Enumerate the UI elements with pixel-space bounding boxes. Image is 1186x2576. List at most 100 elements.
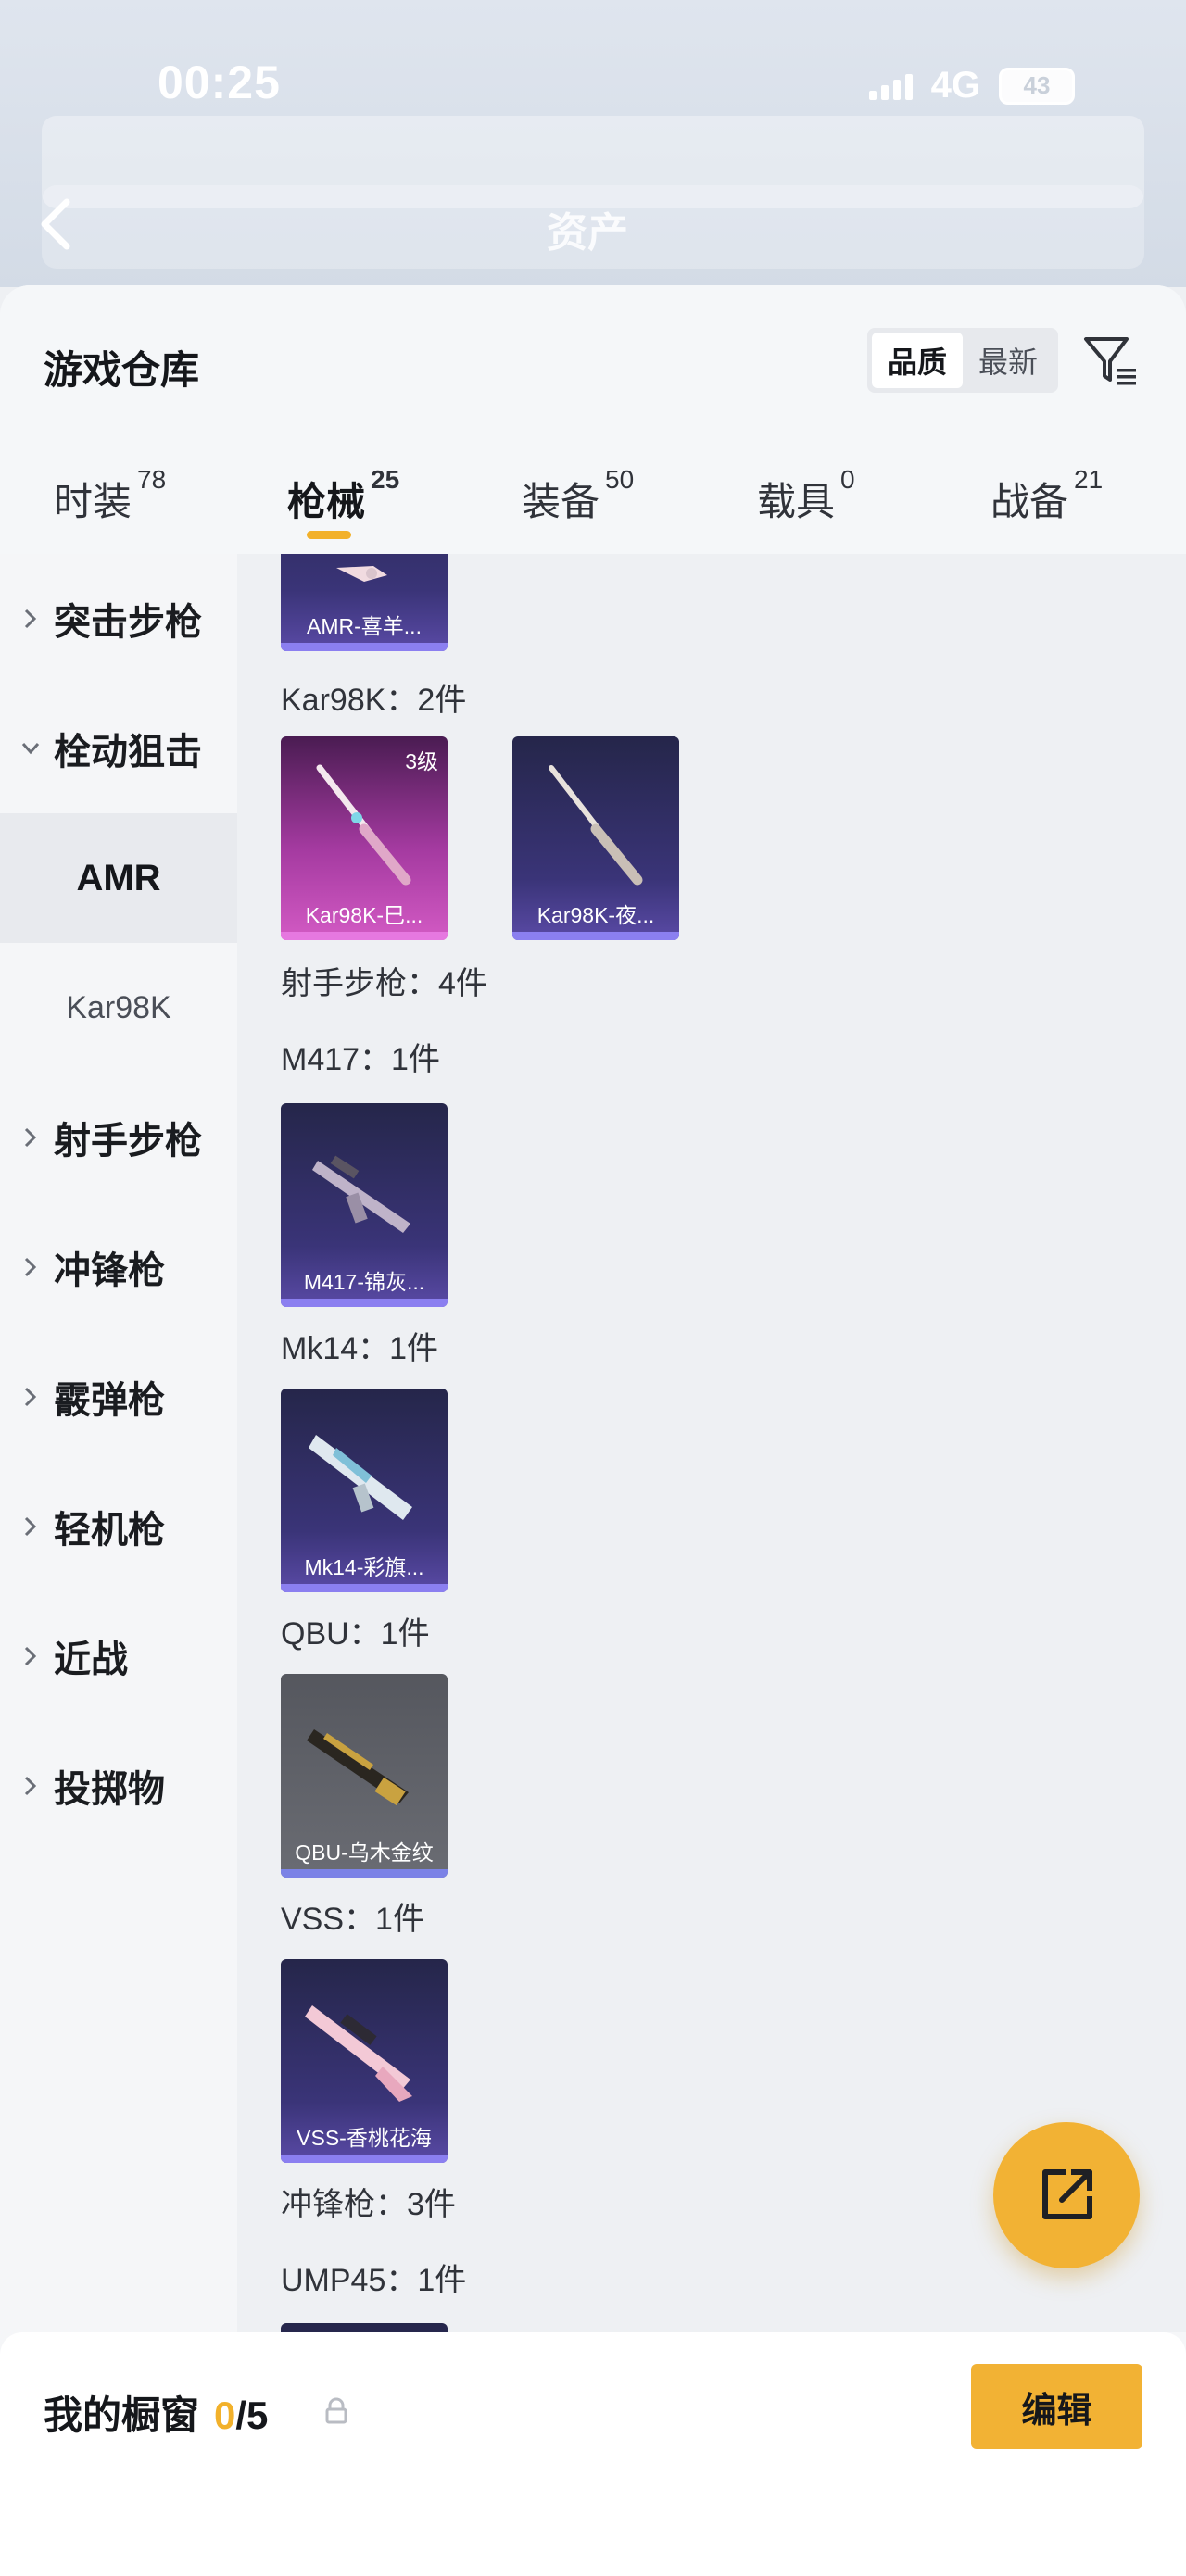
showcase-count: 0	[214, 2394, 236, 2437]
lock-icon	[325, 2397, 347, 2424]
tab-label: 时装	[54, 480, 132, 523]
group-label-smg: 冲锋枪：3件	[281, 2187, 456, 2222]
tab-count: 50	[605, 465, 635, 494]
category-label: 近战	[54, 1640, 128, 1680]
group-label-mk14: Mk14：1件	[281, 1331, 439, 1366]
item-caption: QBU-乌木金纹	[295, 1841, 434, 1865]
tab-count: 78	[137, 465, 167, 494]
item-caption: AMR-喜羊...	[307, 614, 422, 638]
chevron-right-icon	[24, 1127, 37, 1148]
warehouse-title: 游戏仓库	[44, 348, 200, 392]
category-label: 轻机枪	[54, 1510, 165, 1551]
status-indicators: 4G 43	[868, 65, 1075, 107]
category-bolt-sniper[interactable]: 栓动狙击	[0, 684, 237, 813]
chevron-right-icon	[24, 1646, 37, 1666]
filter-icon[interactable]	[1080, 332, 1140, 391]
item-card-ump45[interactable]	[281, 2323, 448, 2332]
category-smg[interactable]: 冲锋枪	[0, 1202, 237, 1332]
category-lmg[interactable]: 轻机枪	[0, 1462, 237, 1591]
item-card-kar98k-2[interactable]: Kar98K-夜...	[512, 736, 679, 940]
external-link-icon	[1042, 2169, 1092, 2219]
tab-equipment[interactable]: 装备 50	[522, 461, 634, 554]
chevron-right-icon	[24, 1516, 37, 1537]
item-card-mk14[interactable]: Mk14-彩旗...	[281, 1389, 448, 1592]
subcategory-amr[interactable]: AMR	[0, 813, 237, 943]
tab-fashion[interactable]: 时装 78	[54, 461, 166, 554]
tab-bar: 时装 78 枪械 25 装备 50 载具 0 战备 21	[0, 461, 1186, 554]
tab-count: 25	[371, 465, 400, 494]
signal-icon	[868, 72, 913, 100]
backdrop-title: 资产	[547, 210, 628, 256]
sort-toggle: 品质 最新	[867, 328, 1058, 393]
category-label: 突击步枪	[54, 602, 202, 643]
weapon-image-icon	[549, 765, 643, 886]
category-throwable[interactable]: 投掷物	[0, 1721, 237, 1851]
category-label: 霰弹枪	[54, 1380, 165, 1421]
weapon-image-icon	[316, 764, 411, 886]
item-card-vss[interactable]: VSS-香桃花海	[281, 1959, 448, 2163]
tab-label: 枪械	[287, 480, 366, 523]
item-caption: VSS-香桃花海	[296, 2126, 432, 2150]
showcase-label: 我的橱窗	[44, 2394, 200, 2437]
item-list: AMR-喜羊... Kar98K：2件 3级 Kar98K-巳... Kar98…	[237, 554, 1186, 2332]
item-card-m417[interactable]: M417-锦灰...	[281, 1103, 448, 1307]
tab-vehicles[interactable]: 载具 0	[757, 461, 855, 554]
chevron-right-icon	[24, 1387, 37, 1407]
item-card-amr[interactable]: AMR-喜羊...	[281, 554, 448, 651]
showcase-total: /5	[235, 2394, 269, 2437]
showcase-bar: 我的橱窗 0 /5 编辑	[0, 2332, 1186, 2576]
chevron-right-icon	[24, 1257, 37, 1277]
sheet-header: 游戏仓库 品质 最新 时装 78 枪械 25 装备 50 载具 0 战备 21	[0, 285, 1186, 554]
edit-button[interactable]: 编辑	[971, 2364, 1142, 2449]
sort-quality[interactable]: 品质	[872, 333, 963, 388]
item-caption: Mk14-彩旗...	[304, 1555, 424, 1579]
category-shotgun[interactable]: 霰弹枪	[0, 1332, 237, 1462]
status-time: 00:25	[158, 57, 281, 108]
showcase-title: 我的橱窗 0 /5	[44, 2384, 268, 2441]
tab-label: 载具	[757, 480, 836, 523]
group-label-kar98k: Kar98K：2件	[281, 683, 467, 718]
background-page: 00:25 4G 43 资产	[0, 0, 1186, 287]
tab-count: 21	[1074, 465, 1104, 494]
category-assault-rifle[interactable]: 突击步枪	[0, 554, 237, 684]
back-icon[interactable]	[37, 196, 74, 252]
battery-icon: 43	[999, 67, 1075, 105]
network-type: 4G	[930, 65, 980, 106]
weapon-image-icon	[305, 2005, 412, 2102]
group-label-ump45: UMP45：1件	[281, 2263, 467, 2298]
category-label: 栓动狙击	[54, 732, 202, 773]
weapon-image-icon	[307, 1729, 409, 1806]
tab-gear[interactable]: 战备 21	[990, 461, 1103, 554]
tab-label: 装备	[522, 480, 600, 523]
item-card-kar98k-1[interactable]: 3级 Kar98K-巳...	[281, 736, 448, 940]
chevron-down-icon	[21, 743, 40, 755]
category-label: 射手步枪	[54, 1121, 202, 1162]
battery-level: 43	[1023, 71, 1051, 99]
sort-newest[interactable]: 最新	[963, 333, 1054, 388]
category-nav: 突击步枪 栓动狙击 AMR Kar98K 射手步枪 冲锋枪 霰弹枪 轻机枪 近战	[0, 554, 237, 2332]
weapon-image-icon	[312, 1155, 410, 1233]
item-caption: Kar98K-巳...	[305, 903, 423, 927]
tab-guns[interactable]: 枪械 25	[287, 461, 399, 554]
category-label: 冲锋枪	[54, 1250, 165, 1291]
group-label-m417: M417：1件	[281, 1042, 440, 1077]
chevron-right-icon	[24, 609, 37, 629]
category-dmr[interactable]: 射手步枪	[0, 1073, 237, 1202]
chevron-right-icon	[24, 1776, 37, 1796]
group-label-dmr: 射手步枪：4件	[281, 966, 487, 1001]
item-caption: Kar98K-夜...	[536, 903, 655, 927]
weapon-image-icon	[336, 566, 387, 582]
level-badge: 3级	[405, 749, 438, 773]
group-label-vss: VSS：1件	[281, 1902, 424, 1937]
item-card-qbu[interactable]: QBU-乌木金纹	[281, 1674, 448, 1878]
category-melee[interactable]: 近战	[0, 1591, 237, 1721]
group-label-qbu: QBU：1件	[281, 1616, 430, 1652]
subcategory-kar98k[interactable]: Kar98K	[0, 943, 237, 1073]
item-caption: M417-锦灰...	[303, 1270, 425, 1294]
tab-count: 0	[840, 465, 855, 494]
share-button[interactable]	[993, 2122, 1140, 2268]
tab-label: 战备	[990, 480, 1069, 523]
active-tab-indicator	[307, 531, 351, 539]
weapon-image-icon	[309, 1435, 412, 1520]
category-label: 投掷物	[54, 1769, 165, 1810]
